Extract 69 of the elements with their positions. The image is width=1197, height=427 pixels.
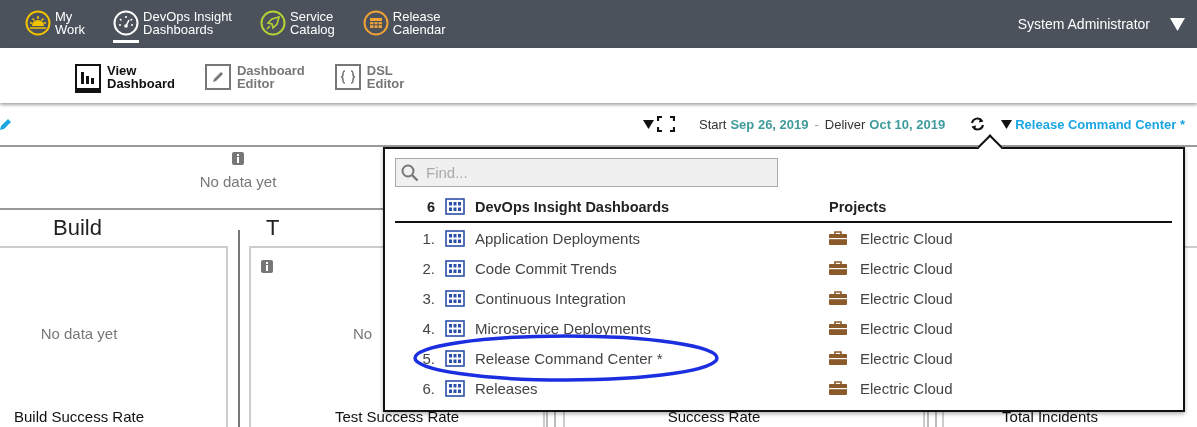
project-name: Electric Cloud [860,379,954,397]
row-number: 6. [421,379,435,397]
card-title: Test Success Rate [334,408,460,426]
dashboard-link[interactable]: Code Commit Trends [475,259,829,277]
start-label: Start [699,116,727,132]
row-number: 3. [421,289,435,307]
grid-icon [445,289,465,307]
empty-message: No data yet [40,325,118,343]
grid-icon [445,198,465,215]
refresh-icon [969,116,987,132]
bar-chart-icon [75,64,101,90]
deliver-date: Oct 10, 2019 [869,116,946,132]
project-name: Electric Cloud [860,319,954,337]
pencil-icon [0,118,12,130]
briefcase-icon [829,381,847,395]
card-title: Build Success Rate [13,408,145,426]
project-name: Electric Cloud [860,229,954,247]
pencil-icon [204,64,231,90]
card-title: Total Incidents [1002,408,1098,426]
info-icon [261,260,273,273]
dashboard-link[interactable]: Microservice Deployments [475,319,829,337]
fullscreen-icon [657,116,675,132]
project-name: Electric Cloud [860,259,954,277]
caret-icon [643,119,654,129]
dashboard-link[interactable]: Releases [475,379,829,397]
project-name: Electric Cloud [860,289,954,307]
grid-icon [445,319,465,337]
row-number: 4. [421,319,435,337]
dashboard-link[interactable]: Release Command Center * [475,349,829,367]
briefcase-icon [829,231,847,245]
row-number: 1. [421,229,435,247]
view-tab[interactable]: DSL Editor [334,48,405,103]
search-field[interactable]: Find... [395,158,778,187]
empty-message: No data yet [199,173,277,191]
column-header: DevOps Insight Dashboards [475,198,671,215]
briefcase-icon [829,261,847,275]
nav-link[interactable]: Service Catalog [260,0,335,48]
grid-icon [445,259,465,277]
deliver-label: Deliver [824,116,866,132]
section-heading: T [265,214,280,242]
nav-link[interactable]: My Work [25,0,86,48]
briefcase-icon [829,321,847,335]
dashboard-link[interactable]: Application Deployments [475,229,829,247]
caret-icon [1170,17,1185,31]
grid-icon [445,229,465,247]
info-icon [232,152,244,165]
view-tab[interactable]: View Dashboard [75,48,175,103]
section-heading: Build [52,214,102,242]
grid-icon [445,379,465,397]
braces-icon [334,64,361,90]
dashboard-count: 6 [425,198,435,215]
empty-message: No [353,325,373,343]
date-separator: - [814,116,819,132]
caret-icon [1001,119,1013,129]
briefcase-icon [829,351,847,365]
briefcase-icon [829,291,847,305]
dashboard-link[interactable]: Continuous Integration [475,289,829,307]
search-icon [401,164,419,182]
card-title: Success Rate [667,408,761,426]
user-menu[interactable]: System Administrator [1017,16,1150,32]
grid-icon [445,349,465,367]
nav-link[interactable]: Release Calendar [362,0,446,48]
row-number: 5. [421,349,435,367]
project-name: Electric Cloud [860,349,954,367]
nav-link[interactable]: DevOps Insight Dashboards [113,0,232,48]
column-header: Projects [829,198,888,215]
start-date: Sep 26, 2019 [730,116,809,132]
row-number: 2. [421,259,435,277]
view-tab[interactable]: Dashboard Editor [204,48,305,103]
